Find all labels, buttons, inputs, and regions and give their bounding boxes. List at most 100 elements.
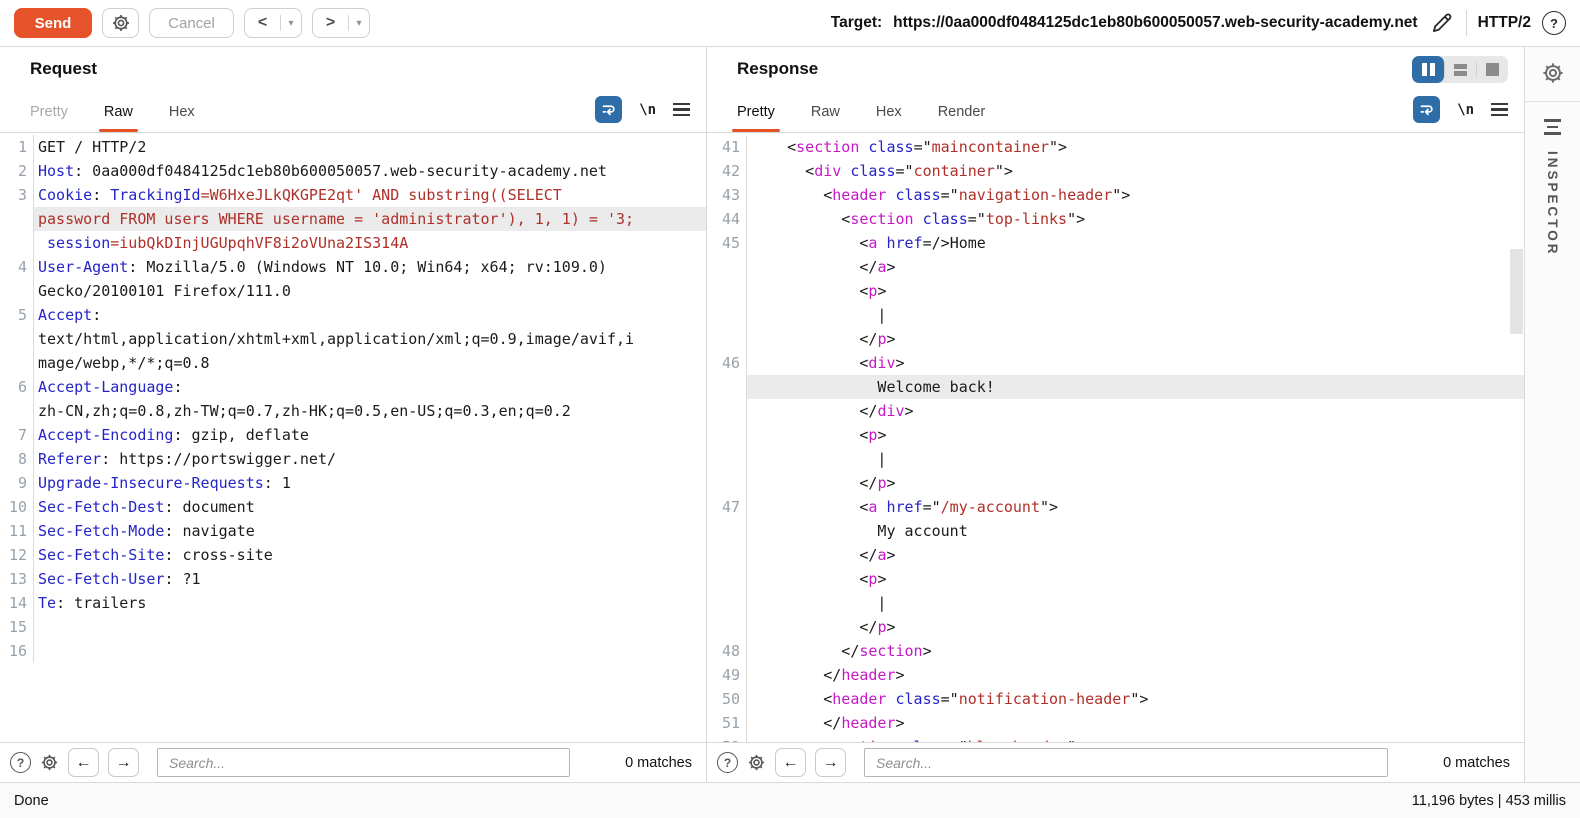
search-help-icon[interactable]: ? [10, 752, 31, 773]
search-prev-button[interactable]: ← [68, 748, 99, 777]
search-input[interactable] [864, 748, 1388, 777]
search-settings-icon[interactable] [40, 753, 59, 772]
search-help-icon[interactable]: ? [717, 752, 738, 773]
search-next-button[interactable]: → [108, 748, 139, 777]
send-button[interactable]: Send [14, 8, 92, 38]
code-line: <p> [707, 567, 1524, 591]
line-number [707, 279, 747, 303]
line-number [0, 207, 34, 231]
code-line: 6 Accept-Language: [0, 375, 706, 399]
tab-pretty[interactable]: Pretty [30, 104, 68, 132]
show-newlines-toggle[interactable]: \n [639, 102, 656, 118]
line-number: 16 [0, 639, 34, 663]
response-editor-controls: \n [1413, 96, 1508, 123]
inspector-collapse-icon[interactable] [1544, 119, 1561, 135]
line-number: 12 [0, 543, 34, 567]
line-number: 51 [707, 711, 747, 735]
code-line: zh-CN,zh;q=0.8,zh-TW;q=0.7,zh-HK;q=0.5,e… [0, 399, 706, 423]
request-tabs: Pretty Raw Hex [30, 104, 195, 132]
tab-raw[interactable]: Raw [811, 104, 840, 132]
code-line: Welcome back! [707, 375, 1524, 399]
code-line: | [707, 591, 1524, 615]
search-next-button[interactable]: → [815, 748, 846, 777]
code-line: </a> [707, 543, 1524, 567]
code-line: 16 [0, 639, 706, 663]
send-settings-button[interactable] [102, 8, 139, 38]
word-wrap-toggle[interactable] [595, 96, 623, 123]
line-number: 42 [707, 159, 747, 183]
chevron-down-icon[interactable]: ▾ [349, 18, 369, 29]
code-line: | [707, 303, 1524, 327]
code-line: 52 <section class="blog-header"> [707, 735, 1524, 742]
inspector-tab[interactable]: INSPECTOR [1545, 151, 1560, 257]
cancel-button[interactable]: Cancel [149, 8, 234, 38]
tab-pretty[interactable]: Pretty [732, 104, 780, 132]
tab-render[interactable]: Render [938, 104, 986, 132]
line-number: 10 [0, 495, 34, 519]
show-newlines-toggle[interactable]: \n [1457, 102, 1474, 118]
code-line: </a> [707, 255, 1524, 279]
main-area: Request Pretty Raw Hex \n 1 GET / HTTP/2 2… [0, 47, 1580, 782]
code-line: 48 </section> [707, 639, 1524, 663]
line-number: 45 [707, 231, 747, 255]
request-panel: Request Pretty Raw Hex \n 1 GET / HTTP/2 2… [0, 47, 707, 782]
code-line: | [707, 447, 1524, 471]
code-line: 10 Sec-Fetch-Dest: document [0, 495, 706, 519]
tab-raw[interactable]: Raw [98, 104, 138, 132]
line-number: 41 [707, 135, 747, 159]
search-settings-icon[interactable] [747, 753, 766, 772]
code-line: <p> [707, 423, 1524, 447]
response-editor[interactable]: 41 <section class="maincontainer"> 42 <di… [707, 133, 1524, 742]
line-number: 7 [0, 423, 34, 447]
rows-view-icon [1453, 63, 1467, 76]
code-line: Gecko/20100101 Firefox/111.0 [0, 279, 706, 303]
editor-menu-icon[interactable] [1491, 103, 1508, 116]
forward-button[interactable]: > ▾ [312, 8, 370, 38]
line-number: 5 [0, 303, 34, 327]
target-group: Target: https://0aa000df0484125dc1eb80b6… [831, 10, 1566, 36]
tab-hex[interactable]: Hex [876, 104, 902, 132]
code-line: text/html,application/xhtml+xml,applicat… [0, 327, 706, 351]
code-line: <p> [707, 279, 1524, 303]
search-prev-button[interactable]: ← [775, 748, 806, 777]
line-number [707, 303, 747, 327]
request-panel-header: Request Pretty Raw Hex \n [0, 47, 706, 133]
code-line: </p> [707, 471, 1524, 495]
tab-hex[interactable]: Hex [169, 104, 195, 132]
word-wrap-toggle[interactable] [1413, 96, 1441, 123]
layout-columns-button[interactable] [1412, 56, 1444, 83]
line-number [707, 471, 747, 495]
line-number [707, 399, 747, 423]
code-line: 49 </header> [707, 663, 1524, 687]
status-bar: Done 11,196 bytes | 453 millis [0, 782, 1580, 818]
search-input[interactable] [157, 748, 570, 777]
layout-single-button[interactable] [1476, 56, 1508, 83]
line-number: 46 [707, 351, 747, 375]
request-editor-controls: \n [595, 96, 690, 123]
inspector-settings-icon[interactable] [1541, 61, 1565, 90]
line-number: 6 [0, 375, 34, 399]
edit-pencil-icon[interactable] [1429, 10, 1455, 36]
back-button[interactable]: < ▾ [244, 8, 302, 38]
search-match-count: 0 matches [1443, 754, 1510, 771]
gear-icon [747, 753, 766, 772]
line-number: 9 [0, 471, 34, 495]
code-line: 14 Te: trailers [0, 591, 706, 615]
request-title: Request [30, 59, 98, 78]
line-number [707, 375, 747, 399]
protocol-label: HTTP/2 [1477, 14, 1531, 31]
chevron-down-icon[interactable]: ▾ [281, 18, 301, 29]
response-search-bar: ? ← → 0 matches [707, 742, 1524, 782]
help-icon[interactable]: ? [1542, 11, 1566, 35]
editor-menu-icon[interactable] [673, 103, 690, 116]
line-number [0, 399, 34, 423]
code-line: 7 Accept-Encoding: gzip, deflate [0, 423, 706, 447]
code-line: 41 <section class="maincontainer"> [707, 135, 1524, 159]
line-number [0, 327, 34, 351]
layout-rows-button[interactable] [1444, 56, 1476, 83]
scrollbar-thumb[interactable] [1510, 249, 1523, 334]
request-editor[interactable]: 1 GET / HTTP/2 2 Host: 0aa000df0484125dc1eb… [0, 133, 706, 742]
code-line: </p> [707, 327, 1524, 351]
code-line: 13 Sec-Fetch-User: ?1 [0, 567, 706, 591]
line-number: 49 [707, 663, 747, 687]
